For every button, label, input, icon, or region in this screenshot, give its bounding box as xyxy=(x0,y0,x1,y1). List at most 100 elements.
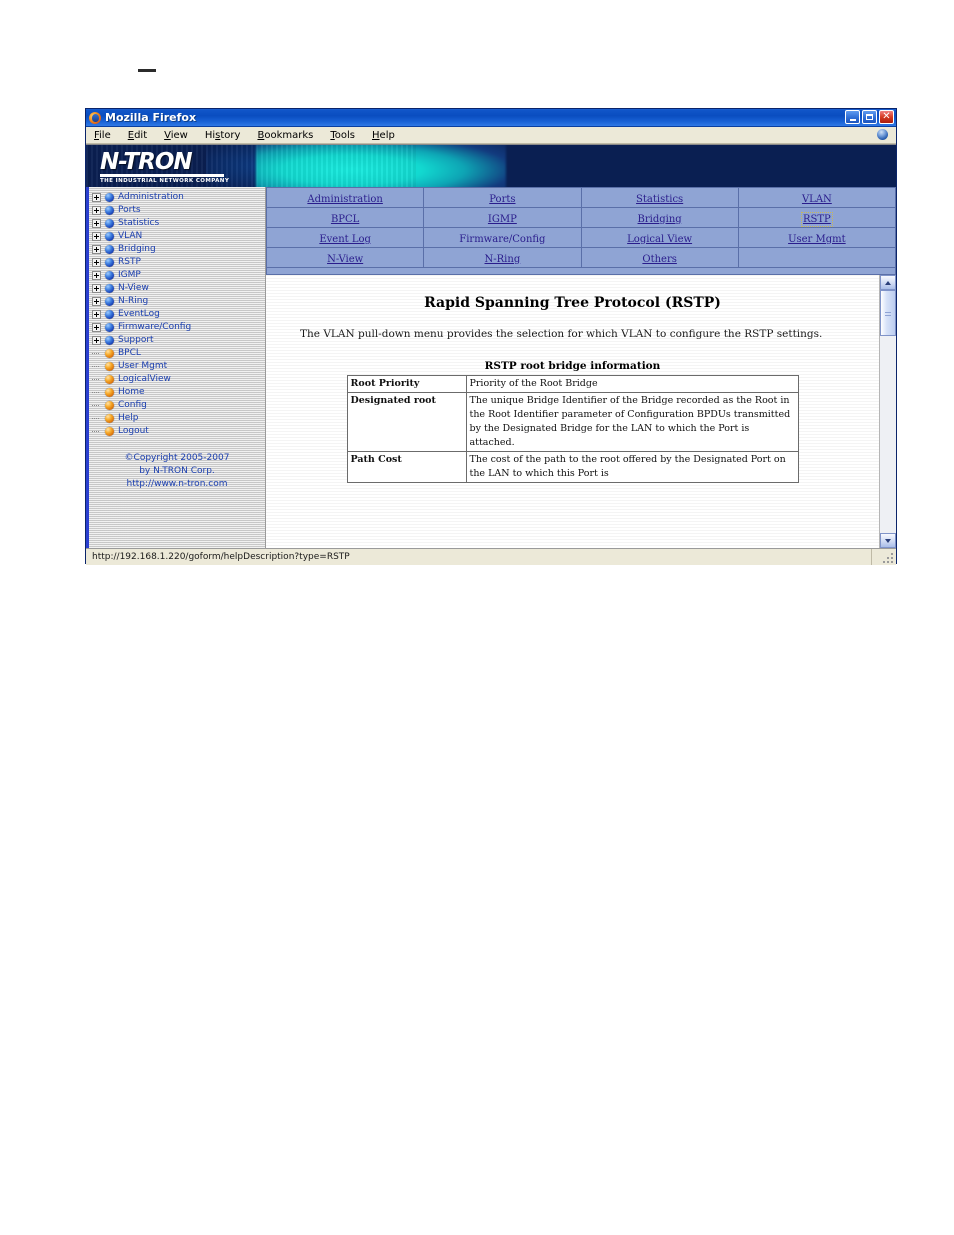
blue-node-icon xyxy=(105,310,114,319)
sidebar-copyright: ©Copyright 2005-2007 by N-TRON Corp. htt… xyxy=(89,452,265,491)
menu-help[interactable]: Help xyxy=(372,130,395,141)
tree-connector-icon xyxy=(92,388,101,397)
nav-cell[interactable]: BPCL xyxy=(265,207,425,228)
scroll-up-button[interactable] xyxy=(880,275,896,290)
nav-cell[interactable]: VLAN xyxy=(737,187,897,208)
expand-plus-icon[interactable] xyxy=(92,258,101,267)
menu-tools[interactable]: Tools xyxy=(330,130,355,141)
nav-cell[interactable]: Ports xyxy=(423,187,582,208)
copyright-line-3[interactable]: http://www.n-tron.com xyxy=(89,478,265,491)
expand-plus-icon[interactable] xyxy=(92,310,101,319)
scrollbar-track[interactable] xyxy=(880,290,896,533)
menu-view[interactable]: View xyxy=(164,130,188,141)
expand-plus-icon[interactable] xyxy=(92,284,101,293)
nav-link-rstp[interactable]: RSTP xyxy=(801,211,833,227)
page-dash-mark xyxy=(138,69,156,72)
tree-connector-icon xyxy=(92,401,101,410)
nav-link-n-ring[interactable]: N-Ring xyxy=(485,254,521,265)
sidebar-item-ports[interactable]: Ports xyxy=(92,204,265,217)
sidebar-item-user-mgmt[interactable]: User Mgmt xyxy=(92,360,265,373)
nav-cell[interactable]: N-Ring xyxy=(423,247,582,268)
nav-link-vlan[interactable]: VLAN xyxy=(802,194,832,205)
expand-plus-icon[interactable] xyxy=(92,206,101,215)
orange-node-icon xyxy=(105,401,114,410)
sidebar-item-home[interactable]: Home xyxy=(92,386,265,399)
table-row: Path Cost The cost of the path to the roo… xyxy=(346,451,799,483)
sidebar-item-rstp[interactable]: RSTP xyxy=(92,256,265,269)
nav-link-n-view[interactable]: N-View xyxy=(327,254,363,265)
nav-link-bpcl[interactable]: BPCL xyxy=(331,214,359,225)
sidebar-item-n-view[interactable]: N-View xyxy=(92,282,265,295)
orange-node-icon xyxy=(105,349,114,358)
nav-cell[interactable]: User Mgmt xyxy=(737,227,897,248)
nav-link-event-log[interactable]: Event Log xyxy=(319,234,371,245)
expand-plus-icon[interactable] xyxy=(92,336,101,345)
scrollbar-thumb[interactable] xyxy=(880,290,896,336)
resize-grip-icon[interactable] xyxy=(882,552,894,564)
screenshot-page: Mozilla Firefox ✕ File Edit View History… xyxy=(0,0,954,1235)
minimize-button[interactable] xyxy=(845,110,860,124)
sidebar-item-firmware-config[interactable]: Firmware/Config xyxy=(92,321,265,334)
nav-link-user-mgmt[interactable]: User Mgmt xyxy=(788,234,846,245)
nav-link-bridging[interactable]: Bridging xyxy=(638,214,682,225)
expand-plus-icon[interactable] xyxy=(92,297,101,306)
vertical-scrollbar[interactable] xyxy=(879,275,896,548)
expand-plus-icon[interactable] xyxy=(92,271,101,280)
intro-paragraph: The VLAN pull-down menu provides the sel… xyxy=(300,328,823,340)
expand-plus-icon[interactable] xyxy=(92,193,101,202)
scroll-down-button[interactable] xyxy=(880,533,896,548)
menu-file[interactable]: File xyxy=(94,130,111,141)
expand-plus-icon[interactable] xyxy=(92,232,101,241)
sidebar-item-eventlog[interactable]: EventLog xyxy=(92,308,265,321)
nav-row: Event Log Firmware/Config Logical View User… xyxy=(265,227,897,248)
nav-link-ports[interactable]: Ports xyxy=(489,194,515,205)
nav-cell[interactable]: Administration xyxy=(265,187,425,208)
sidebar-item-label: Home xyxy=(118,387,145,397)
rstp-definition-table: Root Priority Priority of the Root Bridge… xyxy=(346,375,799,483)
menu-bookmarks[interactable]: Bookmarks xyxy=(257,130,313,141)
menu-history[interactable]: History xyxy=(205,130,241,141)
sidebar-item-label: Config xyxy=(118,400,147,410)
sidebar-item-igmp[interactable]: IGMP xyxy=(92,269,265,282)
nav-link-igmp[interactable]: IGMP xyxy=(488,214,517,225)
nav-cell[interactable]: N-View xyxy=(265,247,425,268)
nav-cell[interactable]: RSTP xyxy=(737,207,897,228)
nav-cell[interactable]: Firmware/Config xyxy=(423,227,582,248)
menu-bar: File Edit View History Bookmarks Tools H… xyxy=(86,127,896,144)
copyright-line-2: by N-TRON Corp. xyxy=(139,466,215,476)
page-body: Administration Ports Statistics VLAN Bridgin… xyxy=(86,187,897,548)
maximize-button[interactable] xyxy=(862,110,877,124)
sidebar-item-administration[interactable]: Administration xyxy=(92,191,265,204)
nav-cell[interactable]: Bridging xyxy=(580,207,739,228)
nav-link-administration[interactable]: Administration xyxy=(307,194,383,205)
expand-plus-icon[interactable] xyxy=(92,219,101,228)
navigation-table: Administration Ports Statistics VLAN BPCL IGM… xyxy=(265,187,897,268)
nav-cell[interactable]: IGMP xyxy=(423,207,582,228)
sidebar-item-help[interactable]: Help xyxy=(92,412,265,425)
sidebar-item-bridging[interactable]: Bridging xyxy=(92,243,265,256)
sidebar-item-statistics[interactable]: Statistics xyxy=(92,217,265,230)
nav-link-others[interactable]: Others xyxy=(642,254,677,265)
sidebar-item-logout[interactable]: Logout xyxy=(92,425,265,438)
orange-node-icon xyxy=(105,375,114,384)
sidebar-item-n-ring[interactable]: N-Ring xyxy=(92,295,265,308)
sidebar-item-vlan[interactable]: VLAN xyxy=(92,230,265,243)
sidebar-item-config[interactable]: Config xyxy=(92,399,265,412)
nav-link-firmware-config[interactable]: Firmware/Config xyxy=(459,234,545,245)
sidebar-item-label: IGMP xyxy=(118,270,141,280)
sidebar-item-logicalview[interactable]: LogicalView xyxy=(92,373,265,386)
nav-link-logical-view[interactable]: Logical View xyxy=(627,234,692,245)
sidebar-item-label: LogicalView xyxy=(118,374,171,384)
expand-plus-icon[interactable] xyxy=(92,245,101,254)
close-button[interactable]: ✕ xyxy=(879,110,894,124)
sidebar-item-support[interactable]: Support xyxy=(92,334,265,347)
nav-cell[interactable]: Event Log xyxy=(265,227,425,248)
nav-cell[interactable]: Statistics xyxy=(580,187,739,208)
nav-cell[interactable]: Others xyxy=(580,247,739,268)
expand-plus-icon[interactable] xyxy=(92,323,101,332)
sidebar-item-bpcl[interactable]: BPCL xyxy=(92,347,265,360)
definition-text: Priority of the Root Bridge xyxy=(465,375,799,393)
menu-edit[interactable]: Edit xyxy=(128,130,147,141)
nav-cell[interactable]: Logical View xyxy=(580,227,739,248)
nav-link-statistics[interactable]: Statistics xyxy=(636,194,683,205)
